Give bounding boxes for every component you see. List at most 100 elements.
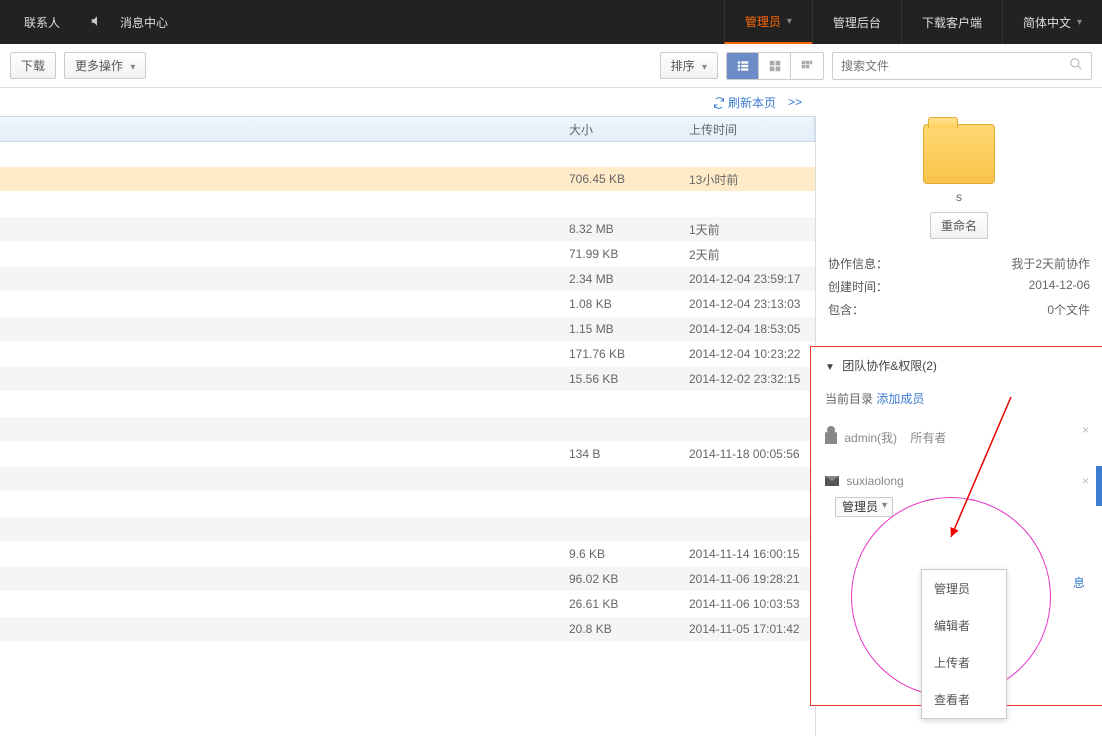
- cell-size: 26.61 KB: [565, 597, 685, 611]
- message-center-link[interactable]: 消息中心: [120, 14, 168, 31]
- table-row[interactable]: [0, 492, 815, 517]
- collab-title: 团队协作&权限(2): [842, 359, 937, 373]
- info-block: 协作信息：我于2天前协作 创建时间：2014-12-06 包含：0个文件: [816, 247, 1102, 332]
- rename-button[interactable]: 重命名: [930, 212, 988, 239]
- cell-time: 2014-12-04 10:23:22: [685, 347, 815, 361]
- cell-time: 2014-11-05 17:01:42: [685, 622, 815, 636]
- chevron-down-icon: ▾: [702, 62, 707, 73]
- col-size-header[interactable]: 大小: [565, 117, 685, 141]
- cell-size: 2.34 MB: [565, 272, 685, 286]
- more-actions-label: 更多操作: [75, 59, 123, 73]
- tab-admin[interactable]: 管理员 ▾: [724, 0, 812, 44]
- cell-size: 1.08 KB: [565, 297, 685, 311]
- tab-backend[interactable]: 管理后台: [812, 0, 901, 44]
- chevron-down-icon: ▾: [130, 62, 135, 73]
- tab-download-client[interactable]: 下载客户端: [901, 0, 1002, 44]
- role-option-viewer[interactable]: 查看者: [922, 681, 1006, 718]
- sort-button[interactable]: 排序 ▾: [660, 52, 718, 79]
- table-row[interactable]: 2.34 MB2014-12-04 23:59:17: [0, 267, 815, 292]
- table-row[interactable]: [0, 417, 815, 442]
- top-header: 联系人 消息中心 管理员 ▾ 管理后台 下载客户端 简体中文 ▾: [0, 0, 1102, 44]
- edge-tab[interactable]: [1096, 466, 1102, 506]
- col-time-header[interactable]: 上传时间: [685, 117, 815, 141]
- view-grid-button[interactable]: [759, 53, 791, 79]
- table-row[interactable]: 1.08 KB2014-12-04 23:13:03: [0, 292, 815, 317]
- chevron-down-icon: ▾: [1077, 17, 1082, 28]
- contains-value: 0个文件: [1047, 301, 1090, 318]
- table-row[interactable]: 9.6 KB2014-11-14 16:00:15: [0, 542, 815, 567]
- current-dir-label: 当前目录: [825, 392, 873, 406]
- details-panel: s 重命名 协作信息：我于2天前协作 创建时间：2014-12-06 包含：0个…: [815, 116, 1102, 736]
- member-name: suxiaolong: [846, 474, 903, 488]
- contacts-link[interactable]: 联系人: [24, 14, 60, 31]
- member-name: admin(我): [844, 431, 897, 445]
- header-left: 联系人 消息中心: [0, 14, 168, 31]
- table-row[interactable]: [0, 392, 815, 417]
- role-option-admin[interactable]: 管理员: [922, 570, 1006, 607]
- folder-name: s: [816, 190, 1102, 204]
- role-option-editor[interactable]: 编辑者: [922, 607, 1006, 644]
- create-time-value: 2014-12-06: [1029, 278, 1090, 295]
- table-row[interactable]: [0, 467, 815, 492]
- member-suxiaolong: suxiaolong × 管理员 ▼: [825, 474, 1089, 515]
- refresh-link[interactable]: 刷新本页: [713, 94, 776, 111]
- cell-size: 71.99 KB: [565, 247, 685, 261]
- table-row[interactable]: 1.15 MB2014-12-04 18:53:05: [0, 317, 815, 342]
- user-icon: [825, 432, 837, 444]
- collab-header[interactable]: ▼ 团队协作&权限(2): [825, 357, 1089, 374]
- collab-info-value: 我于2天前协作: [1011, 255, 1090, 272]
- cell-time: 2014-11-06 10:03:53: [685, 597, 815, 611]
- cell-time: 2014-11-18 00:05:56: [685, 447, 815, 461]
- table-header: 大小 上传时间: [0, 116, 815, 142]
- remove-member-button[interactable]: ×: [1082, 423, 1089, 437]
- info-badge[interactable]: 息: [1073, 574, 1085, 591]
- search-input[interactable]: [841, 59, 1069, 73]
- col-name-header[interactable]: [0, 117, 565, 141]
- role-option-uploader[interactable]: 上传者: [922, 644, 1006, 681]
- annotation-arrow: [941, 387, 1021, 547]
- tab-language[interactable]: 简体中文 ▾: [1002, 0, 1102, 44]
- sort-label: 排序: [671, 59, 695, 73]
- collab-permissions-box: ▼ 团队协作&权限(2) 当前目录 添加成员 admin(我) × 所有者 su…: [810, 346, 1102, 706]
- refresh-expand-link[interactable]: >>: [788, 95, 802, 109]
- cell-time: 2014-12-02 23:32:15: [685, 372, 815, 386]
- cell-size: 96.02 KB: [565, 572, 685, 586]
- view-large-button[interactable]: [791, 53, 823, 79]
- cell-size: 171.76 KB: [565, 347, 685, 361]
- more-actions-button[interactable]: 更多操作 ▾: [64, 52, 146, 79]
- speaker-icon: [90, 14, 104, 31]
- table-row[interactable]: 96.02 KB2014-11-06 19:28:21: [0, 567, 815, 592]
- table-row[interactable]: 26.61 KB2014-11-06 10:03:53: [0, 592, 815, 617]
- table-row[interactable]: [0, 192, 815, 217]
- search-icon[interactable]: [1069, 57, 1083, 74]
- table-row[interactable]: 20.8 KB2014-11-05 17:01:42: [0, 617, 815, 642]
- role-dropdown: 管理员 编辑者 上传者 查看者: [921, 569, 1007, 719]
- tab-admin-label: 管理员: [745, 13, 781, 30]
- collab-info-label: 协作信息：: [828, 255, 888, 272]
- folder-preview: s 重命名: [816, 116, 1102, 239]
- remove-member-button[interactable]: ×: [1082, 474, 1089, 488]
- view-list-button[interactable]: [727, 53, 759, 79]
- table-row[interactable]: [0, 517, 815, 542]
- table-row[interactable]: 706.45 KB13小时前: [0, 167, 815, 192]
- member-admin: admin(我) × 所有者: [825, 423, 1089, 446]
- table-row[interactable]: 15.56 KB2014-12-02 23:32:15: [0, 367, 815, 392]
- table-row[interactable]: 171.76 KB2014-12-04 10:23:22: [0, 342, 815, 367]
- refresh-row: 刷新本页 >>: [0, 88, 1102, 116]
- folder-icon: [923, 124, 995, 184]
- chevron-down-icon: ▼: [880, 500, 889, 510]
- table-row[interactable]: [0, 142, 815, 167]
- role-select[interactable]: 管理员 ▼: [835, 497, 893, 517]
- add-member-link[interactable]: 添加成员: [876, 392, 924, 406]
- table-row[interactable]: 8.32 MB1天前: [0, 217, 815, 242]
- table-row[interactable]: 71.99 KB2天前: [0, 242, 815, 267]
- cell-time: 2天前: [685, 246, 815, 263]
- cell-size: 706.45 KB: [565, 172, 685, 186]
- search-box[interactable]: [832, 52, 1092, 80]
- table-row[interactable]: 134 B2014-11-18 00:05:56: [0, 442, 815, 467]
- view-toggle: [726, 52, 824, 80]
- cell-time: 13小时前: [685, 171, 815, 188]
- triangle-down-icon: ▼: [825, 362, 835, 373]
- file-list-area: 大小 上传时间 706.45 KB13小时前8.32 MB1天前71.99 KB…: [0, 116, 815, 736]
- download-button[interactable]: 下载: [10, 52, 56, 79]
